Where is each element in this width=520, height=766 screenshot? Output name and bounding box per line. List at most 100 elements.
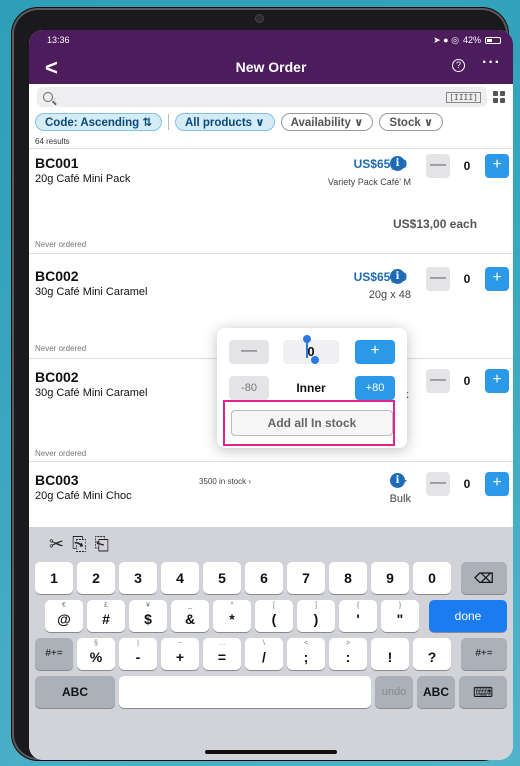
popover-decrease-button[interactable]: — bbox=[229, 340, 269, 364]
status-bar: 13:36 ➤ ● ◎ 42% bbox=[29, 30, 513, 50]
info-icon[interactable]: i bbox=[390, 473, 405, 488]
increase-button[interactable]: + bbox=[485, 267, 509, 291]
quantity-stepper: — 0 + bbox=[426, 472, 509, 496]
key-ampersand[interactable]: _ & bbox=[171, 600, 209, 632]
key-open-paren[interactable]: [( bbox=[255, 600, 293, 632]
sort-chip[interactable]: Code: Ascending ⇅ bbox=[35, 113, 162, 131]
key-close-paren[interactable]: ]) bbox=[297, 600, 335, 632]
shift-symbols-key[interactable]: #+= bbox=[35, 638, 73, 670]
key-hash[interactable]: £ # bbox=[87, 600, 125, 632]
paste-icon[interactable]: ⎗ bbox=[95, 534, 109, 555]
product-code: BC003 bbox=[35, 472, 79, 488]
page-title: New Order bbox=[235, 59, 307, 75]
product-name: 20g Café Mini Pack bbox=[35, 173, 131, 185]
key-3[interactable]: 3 bbox=[119, 562, 157, 594]
battery-icon bbox=[485, 36, 501, 44]
help-icon[interactable]: ? bbox=[452, 59, 465, 72]
increase-button[interactable]: + bbox=[485, 154, 509, 178]
tablet-frame: 13:36 ➤ ● ◎ 42% < New Order ? ··· [IIII] bbox=[12, 8, 513, 760]
cut-icon[interactable]: ✂ bbox=[49, 534, 64, 555]
info-icon[interactable]: i bbox=[390, 269, 405, 284]
key-0[interactable]: 0 bbox=[413, 562, 451, 594]
key-percent[interactable]: §% bbox=[77, 638, 115, 670]
key-plus[interactable]: ~ + bbox=[161, 638, 199, 670]
stock-link[interactable]: 3500 in stock › bbox=[199, 477, 251, 486]
home-indicator bbox=[205, 750, 337, 754]
key-quote[interactable]: } " bbox=[381, 600, 419, 632]
barcode-icon[interactable]: [IIII] bbox=[446, 91, 481, 103]
decrease-button[interactable]: — bbox=[426, 472, 450, 496]
on-screen-keyboard: ✂ ⎘ ⎗ 1 2 3 4 5 6 7 8 9 0 ⌫ € @ £ # ¥ $ _ & … bbox=[29, 527, 513, 760]
space-key[interactable] bbox=[119, 676, 371, 708]
key-equals[interactable]: … = bbox=[203, 638, 241, 670]
key-9[interactable]: 9 bbox=[371, 562, 409, 594]
product-code: BC002 bbox=[35, 268, 79, 284]
key-5[interactable]: 5 bbox=[203, 562, 241, 594]
increase-button[interactable]: + bbox=[485, 472, 509, 496]
key-semicolon[interactable]: <; bbox=[287, 638, 325, 670]
key-exclamation[interactable]: ! bbox=[371, 638, 409, 670]
undo-key[interactable]: undo bbox=[375, 676, 413, 708]
key-colon[interactable]: >: bbox=[329, 638, 367, 670]
info-icon[interactable]: i bbox=[390, 156, 405, 171]
keyboard-toolbar: ✂ ⎘ ⎗ bbox=[29, 527, 513, 562]
quantity-value[interactable]: 0 bbox=[452, 369, 482, 393]
minus-80-button[interactable]: -80 bbox=[229, 376, 269, 400]
app-screen: 13:36 ➤ ● ◎ 42% < New Order ? ··· [IIII] bbox=[29, 30, 513, 760]
product-row[interactable]: BC001 20g Café Mini Pack US$65,00 i Vari… bbox=[29, 149, 513, 254]
key-dash[interactable]: | - bbox=[119, 638, 157, 670]
search-row: [IIII] bbox=[29, 84, 513, 110]
keyboard-dismiss-icon[interactable]: ⌨ bbox=[459, 676, 507, 708]
filter-bar: Code: Ascending ⇅ All products ∨ Availab… bbox=[29, 110, 513, 134]
shift-symbols-key-right[interactable]: #+= bbox=[461, 638, 507, 670]
all-products-chip[interactable]: All products ∨ bbox=[174, 113, 275, 131]
status-time: 13:36 bbox=[47, 35, 70, 45]
camera bbox=[255, 14, 264, 23]
key-4[interactable]: 4 bbox=[161, 562, 199, 594]
quantity-stepper: — 0 + bbox=[426, 154, 509, 178]
search-input[interactable]: [IIII] bbox=[37, 87, 487, 107]
product-pack-info: Variety Pack Café' M bbox=[327, 177, 411, 187]
order-history-label: Never ordered bbox=[35, 240, 87, 249]
filter-divider bbox=[167, 114, 169, 130]
text-cursor bbox=[306, 340, 308, 358]
abc-key[interactable]: ABC bbox=[35, 676, 115, 708]
decrease-button[interactable]: — bbox=[426, 369, 450, 393]
back-button[interactable]: < bbox=[45, 55, 58, 81]
key-6[interactable]: 6 bbox=[245, 562, 283, 594]
key-slash[interactable]: \ / bbox=[245, 638, 283, 670]
copy-icon[interactable]: ⎘ bbox=[72, 534, 86, 555]
popover-increase-button[interactable]: + bbox=[355, 340, 395, 364]
done-key[interactable]: done bbox=[429, 600, 507, 632]
product-row[interactable]: BC003 20g Café Mini Choc 3500 in stock ›… bbox=[29, 462, 513, 527]
key-2[interactable]: 2 bbox=[77, 562, 115, 594]
availability-chip[interactable]: Availability ∨ bbox=[280, 113, 374, 131]
decrease-button[interactable]: — bbox=[426, 154, 450, 178]
key-question[interactable]: ? bbox=[413, 638, 451, 670]
abc-key-right[interactable]: ABC bbox=[417, 676, 455, 708]
delete-key[interactable]: ⌫ bbox=[461, 562, 507, 594]
plus-80-button[interactable]: +80 bbox=[355, 376, 395, 400]
grid-view-icon[interactable] bbox=[493, 91, 505, 103]
key-7[interactable]: 7 bbox=[287, 562, 325, 594]
status-icons: ➤ ● ◎ 42% bbox=[433, 35, 501, 46]
key-asterisk[interactable]: ^ * bbox=[213, 600, 251, 632]
quantity-value[interactable]: 0 bbox=[452, 267, 482, 291]
quantity-stepper: — 0 + bbox=[426, 369, 509, 393]
quantity-value[interactable]: 0 bbox=[452, 472, 482, 496]
key-dollar[interactable]: ¥ $ bbox=[129, 600, 167, 632]
status-signal-icons: ➤ ● ◎ bbox=[433, 34, 459, 45]
unit-price: US$13,00 each bbox=[393, 217, 478, 231]
stock-chip[interactable]: Stock ∨ bbox=[379, 113, 444, 131]
key-at[interactable]: € @ bbox=[45, 600, 83, 632]
more-icon[interactable]: ··· bbox=[482, 54, 501, 72]
key-8[interactable]: 8 bbox=[329, 562, 367, 594]
product-name: 20g Café Mini Choc bbox=[35, 490, 132, 502]
key-apostrophe[interactable]: {' bbox=[339, 600, 377, 632]
quantity-value[interactable]: 0 bbox=[452, 154, 482, 178]
selection-handle-end[interactable] bbox=[311, 356, 319, 364]
order-history-label: Never ordered bbox=[35, 344, 87, 353]
decrease-button[interactable]: — bbox=[426, 267, 450, 291]
increase-button[interactable]: + bbox=[485, 369, 509, 393]
key-1[interactable]: 1 bbox=[35, 562, 73, 594]
